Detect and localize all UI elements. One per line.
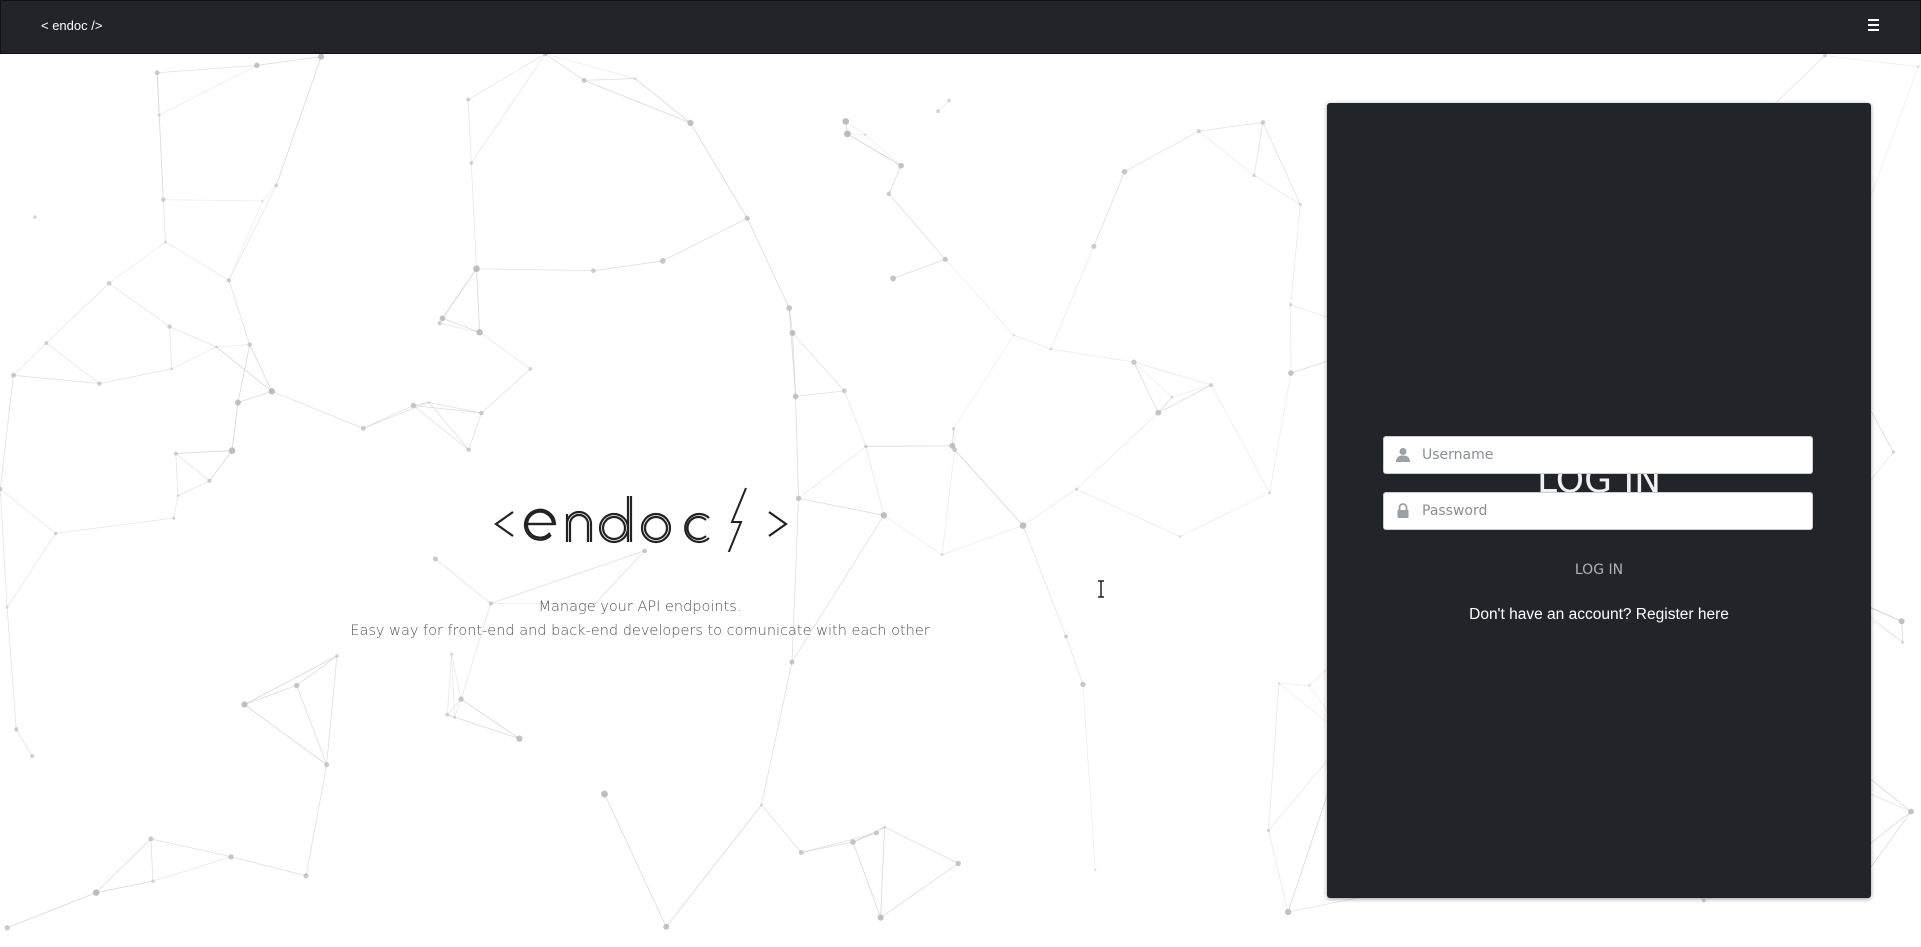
brand-link[interactable]: < endoc />: [41, 18, 102, 33]
top-navbar: < endoc />: [0, 0, 1921, 54]
login-submit-button[interactable]: LOG IN: [1549, 555, 1649, 585]
network-node: [1308, 684, 1311, 687]
password-field[interactable]: [1383, 492, 1813, 530]
endoc-logo: [494, 487, 788, 552]
register-link[interactable]: Don't have an account? Register here: [1327, 606, 1871, 624]
network-line: [1824, 55, 1919, 68]
lock-icon: [1397, 503, 1409, 518]
network-line: [1290, 204, 1301, 305]
hamburger-menu-icon[interactable]: [1868, 19, 1884, 35]
network-node: [1908, 808, 1914, 815]
tagline: Manage your API endpoints. Easy way for …: [340, 595, 940, 643]
tagline-line-2: Easy way for front-end and back-end deve…: [350, 623, 930, 639]
network-node: [1891, 450, 1896, 454]
network-node: [1916, 65, 1920, 68]
network-node: [1701, 898, 1706, 903]
password-input[interactable]: [1422, 493, 1802, 529]
network-line: [1901, 621, 1904, 643]
network-node: [1898, 618, 1905, 625]
network-node: [1289, 303, 1293, 307]
login-card: LOG IN LOG IN Don't have an account? Reg…: [1327, 103, 1871, 898]
network-node: [1901, 640, 1905, 644]
user-icon: [1396, 448, 1410, 462]
text-cursor-icon: [1098, 580, 1104, 598]
username-input[interactable]: [1422, 437, 1802, 473]
network-line: [1278, 682, 1310, 686]
network-node: [1288, 370, 1294, 376]
network-node: [1298, 202, 1302, 207]
username-field[interactable]: [1383, 436, 1813, 474]
network-node: [1285, 908, 1292, 916]
tagline-line-1: Manage your API endpoints.: [538, 599, 742, 615]
hero-section: Manage your API endpoints. Easy way for …: [0, 54, 1280, 947]
